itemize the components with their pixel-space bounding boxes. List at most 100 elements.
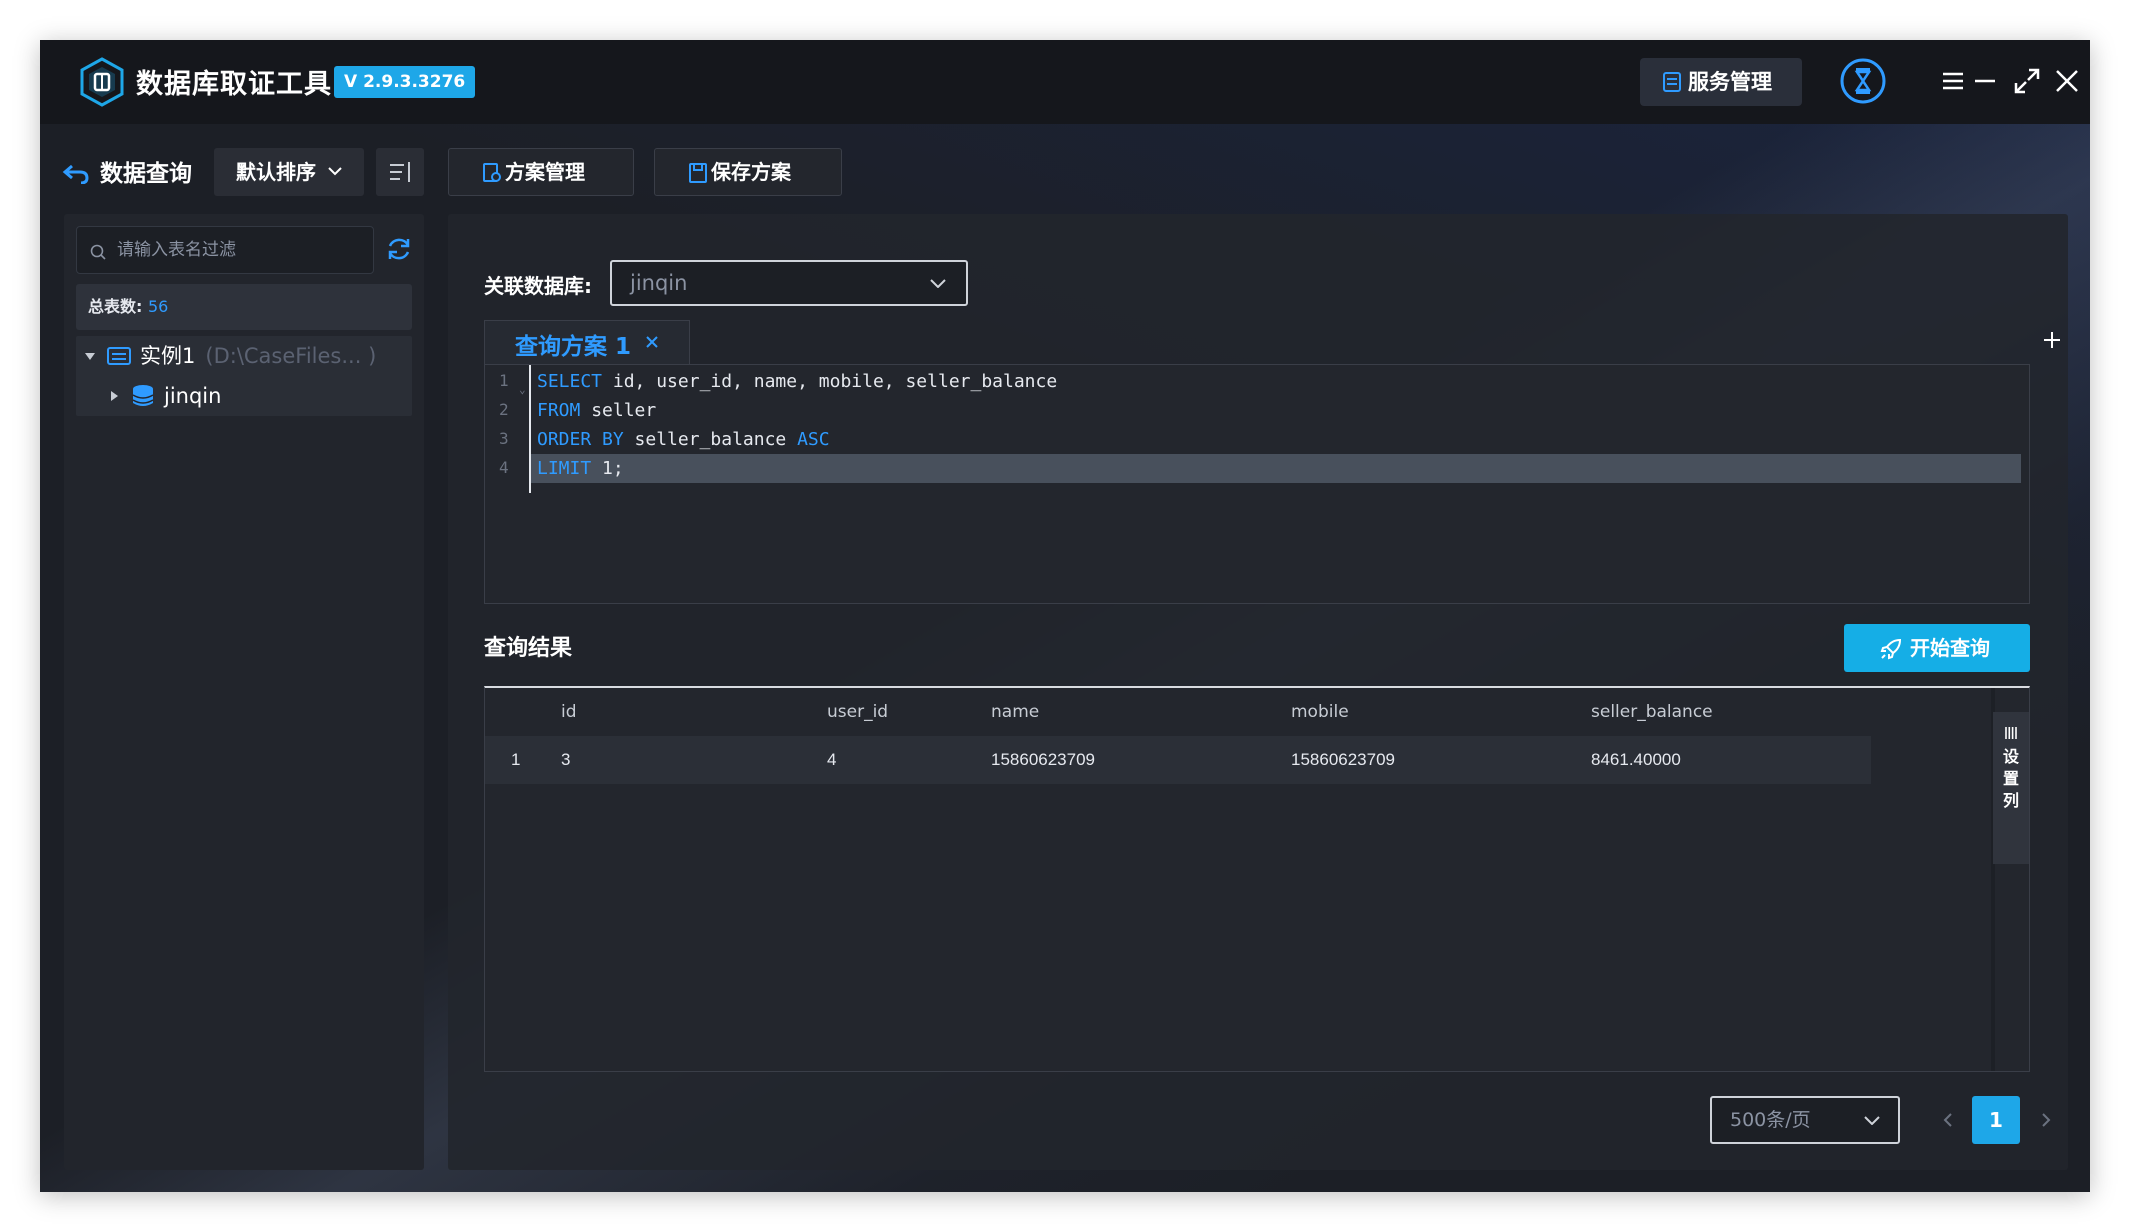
instance-path: (D:\CaseFiles... ) <box>205 344 377 368</box>
results-grid: id user_id name mobile seller_balance 1 … <box>484 686 2030 1072</box>
server-icon <box>1663 72 1681 92</box>
table-row[interactable]: 1 3 4 15860623709 15860623709 8461.40000 <box>485 736 1871 784</box>
table-filter-input[interactable] <box>76 226 374 274</box>
query-panel: 关联数据库: jinqin 查询方案 1 1 ⌄ 2 3 4 SELECT id… <box>448 214 2068 1170</box>
column-settings-char: 列 <box>2002 791 2019 810</box>
sql-text: 1; <box>591 458 624 479</box>
code-line: ORDER BY seller_balance ASC <box>537 425 2027 454</box>
page-size-value: 500条/页 <box>1730 1109 1811 1131</box>
sql-keyword: FROM <box>537 400 581 421</box>
column-header[interactable]: mobile <box>1291 688 1349 736</box>
sql-text: id, user_id, name, mobile, seller_balanc… <box>602 371 1058 392</box>
chevron-down-icon <box>1864 1116 1880 1125</box>
tab-query-plan-1[interactable]: 查询方案 1 <box>484 320 690 364</box>
tree-node-database[interactable]: jinqin <box>76 376 412 416</box>
sort-dropdown[interactable]: 默认排序 <box>214 148 364 196</box>
column-header[interactable]: name <box>991 688 1039 736</box>
column-settings-button[interactable]: 设 置 列 <box>1993 712 2029 864</box>
maximize-icon[interactable] <box>2012 66 2042 96</box>
columns-icon <box>2005 727 2017 739</box>
chevron-down-icon <box>930 279 946 288</box>
app-window: 数据库取证工具 V 2.9.3.3276 服务管理 数据查询 默认排序 方案管理… <box>40 40 2090 1192</box>
title-bar: 数据库取证工具 V 2.9.3.3276 服务管理 <box>40 40 2090 124</box>
sql-keyword: ORDER BY <box>537 429 624 450</box>
table-cell: 3 <box>561 750 571 769</box>
user-avatar-icon[interactable] <box>1838 56 1888 106</box>
plan-management-label: 方案管理 <box>505 160 585 184</box>
associated-db-label: 关联数据库: <box>484 274 592 298</box>
menu-icon[interactable] <box>1938 66 1968 96</box>
table-cell: 8461.40000 <box>1591 750 1681 769</box>
sql-keyword: SELECT <box>537 371 603 392</box>
instance-name: 实例1 <box>140 344 196 368</box>
database-name: jinqin <box>164 384 222 408</box>
grid-header-row: id user_id name mobile seller_balance <box>485 688 1871 736</box>
caret-down-icon[interactable] <box>84 350 96 362</box>
add-tab-icon[interactable] <box>2040 328 2064 352</box>
run-query-button[interactable]: 开始查询 <box>1844 624 2030 672</box>
back-query-label: 数据查询 <box>100 161 192 187</box>
caret-right-icon[interactable] <box>108 390 120 402</box>
chevron-down-icon <box>328 167 342 176</box>
sql-editor[interactable]: 1 ⌄ 2 3 4 SELECT id, user_id, name, mobi… <box>484 364 2030 604</box>
instance-icon <box>107 347 131 365</box>
results-title: 查询结果 <box>484 636 573 661</box>
close-tab-icon[interactable] <box>643 333 661 351</box>
app-logo-icon <box>80 57 124 107</box>
table-count-value: 56 <box>147 297 169 316</box>
save-plan-label: 保存方案 <box>711 160 791 184</box>
line-number-gutter: 1 ⌄ 2 3 4 <box>485 365 531 495</box>
table-cell: 15860623709 <box>991 750 1096 769</box>
back-to-query-button[interactable]: 数据查询 <box>62 154 192 194</box>
column-settings-char: 设 <box>2002 747 2019 766</box>
associated-db-value: jinqin <box>630 271 688 295</box>
code-line: SELECT id, user_id, name, mobile, seller… <box>537 367 2027 396</box>
sql-keyword: ASC <box>797 429 830 450</box>
sort-order-toggle-icon[interactable] <box>376 148 424 196</box>
back-arrow-icon <box>62 164 89 184</box>
column-header[interactable]: user_id <box>827 688 888 736</box>
sql-keyword: LIMIT <box>537 458 592 479</box>
line-number: 1 <box>499 371 509 390</box>
service-management-label: 服务管理 <box>1688 70 1772 94</box>
plan-document-icon <box>483 163 501 182</box>
page-number-current[interactable]: 1 <box>1972 1096 2020 1144</box>
column-settings-char: 置 <box>2002 769 2019 788</box>
tree-node-label: 实例1 (D:\CaseFiles... ) <box>140 336 376 376</box>
close-icon[interactable] <box>2052 66 2082 96</box>
table-browser-panel: 总表数: 56 实例1 (D:\CaseFiles... ) <box>64 214 424 1170</box>
column-header[interactable]: id <box>561 688 577 736</box>
search-icon <box>90 244 106 260</box>
version-badge: V 2.9.3.3276 <box>334 66 476 98</box>
chevron-left-icon[interactable] <box>1938 1110 1958 1130</box>
refresh-icon[interactable] <box>384 234 414 264</box>
table-cell: 15860623709 <box>1291 750 1396 769</box>
database-tree: 实例1 (D:\CaseFiles... ) jinqin <box>76 336 412 416</box>
database-icon <box>132 385 154 406</box>
column-header[interactable]: seller_balance <box>1591 688 1713 736</box>
run-query-label: 开始查询 <box>1910 636 1990 660</box>
save-plan-button[interactable]: 保存方案 <box>654 148 842 196</box>
sql-text: seller <box>580 400 657 421</box>
page-size-select[interactable]: 500条/页 <box>1710 1096 1900 1144</box>
tab-label: 查询方案 1 <box>515 334 632 360</box>
table-count-bar: 总表数: 56 <box>76 284 412 330</box>
sql-text: seller_balance <box>623 429 798 450</box>
row-index: 1 <box>511 750 521 769</box>
code-line-active: LIMIT 1; <box>531 454 2021 483</box>
table-cell: 4 <box>827 750 837 769</box>
line-number: 3 <box>499 429 509 448</box>
sort-dropdown-label: 默认排序 <box>236 160 316 184</box>
line-number: 4 <box>499 458 509 477</box>
service-management-button[interactable]: 服务管理 <box>1640 58 1802 106</box>
fold-marker-icon[interactable]: ⌄ <box>519 383 527 396</box>
code-line: FROM seller <box>537 396 2027 425</box>
chevron-right-icon[interactable] <box>2036 1110 2056 1130</box>
associated-db-select[interactable]: jinqin <box>610 260 968 306</box>
table-count-label: 总表数: <box>88 297 143 316</box>
plan-management-button[interactable]: 方案管理 <box>448 148 634 196</box>
rocket-icon <box>1880 638 1902 660</box>
tree-node-instance[interactable]: 实例1 (D:\CaseFiles... ) <box>76 336 412 376</box>
app-title: 数据库取证工具 <box>136 69 332 100</box>
minimize-icon[interactable] <box>1970 66 2000 96</box>
